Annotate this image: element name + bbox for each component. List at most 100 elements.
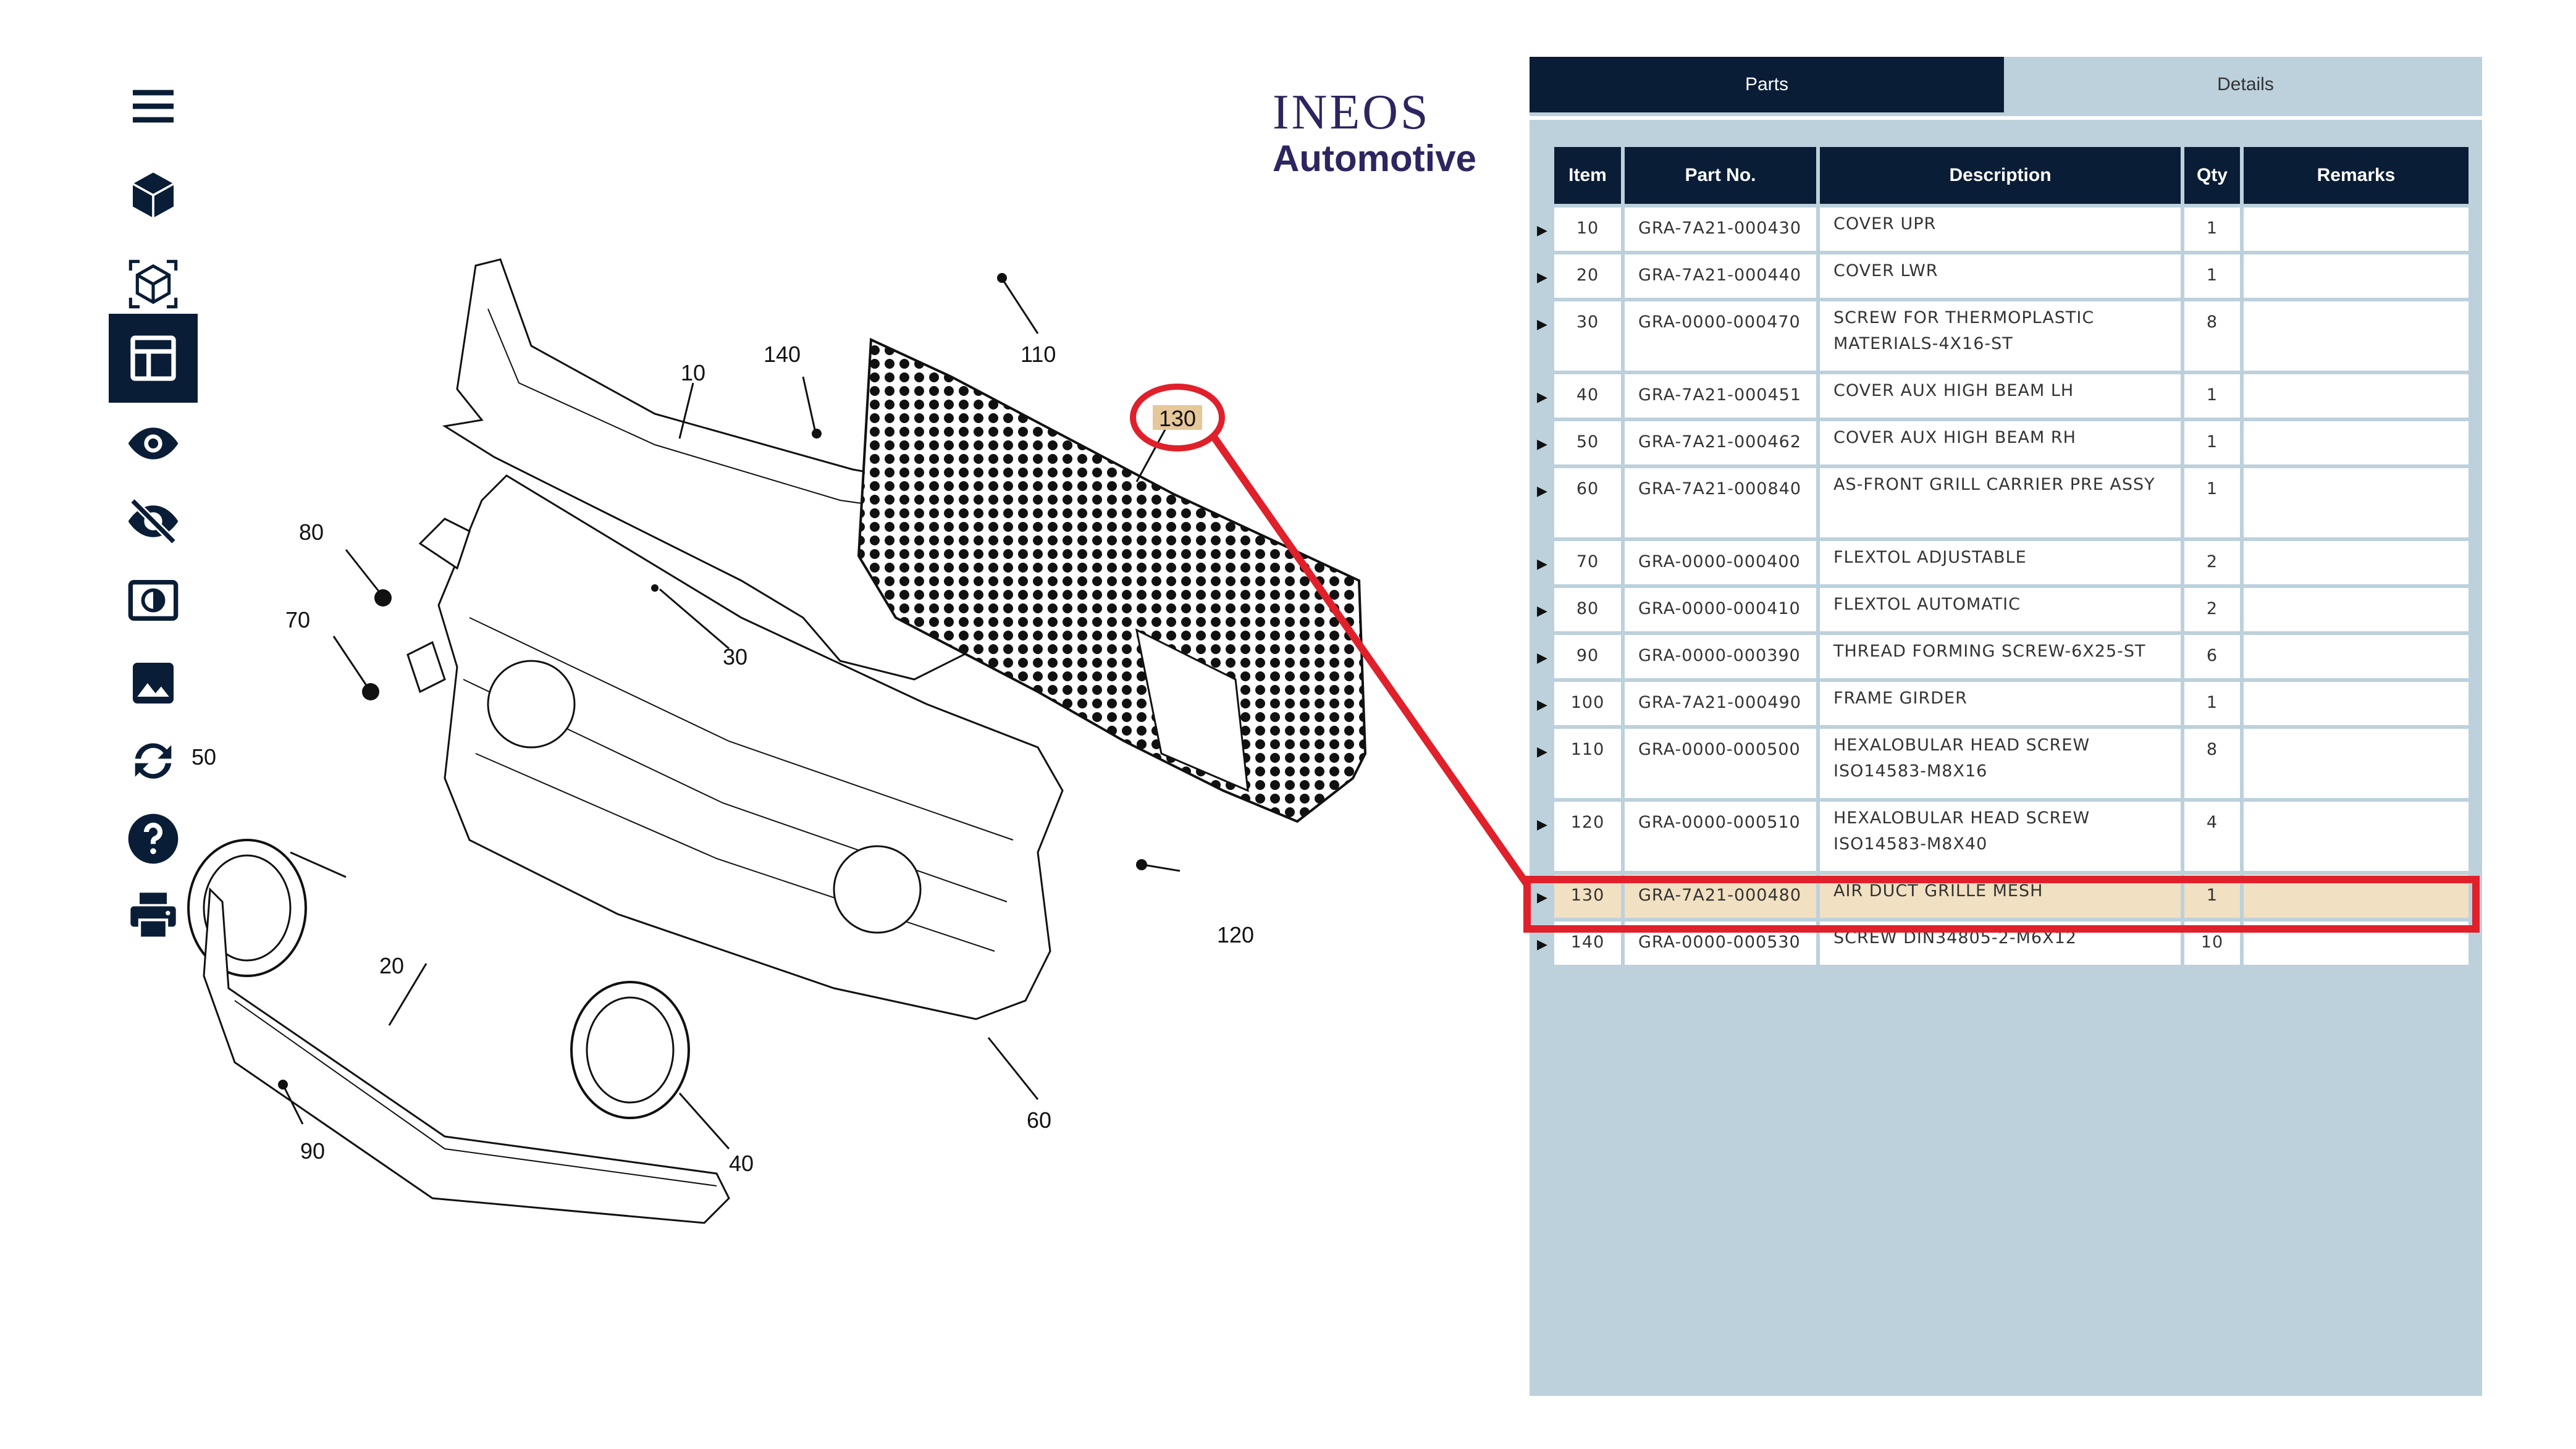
logo-line1: INEOS xyxy=(1273,85,1431,140)
table-header: Item Part No. Description Qty Remarks xyxy=(1554,147,2469,204)
header-qty[interactable]: Qty xyxy=(2184,147,2240,204)
row-expand-icon[interactable]: ▶ xyxy=(1537,936,1547,952)
cell-item: 110 xyxy=(1554,729,1621,798)
cell-qty: 6 xyxy=(2184,635,2240,678)
row-expand-icon[interactable]: ▶ xyxy=(1537,483,1547,499)
cell-part-no: GRA-7A21-000451 xyxy=(1625,374,1816,418)
part-cover-aux-high-beam-lh[interactable] xyxy=(570,981,690,1119)
hide-button[interactable] xyxy=(109,477,198,566)
callout-60: 60 xyxy=(1027,1107,1051,1133)
cell-description: THREAD FORMING SCREW-6X25-ST xyxy=(1820,635,2181,678)
cell-qty: 8 xyxy=(2184,729,2240,798)
cell-part-no: GRA-7A21-000840 xyxy=(1625,468,1816,537)
menu-button[interactable] xyxy=(109,62,198,151)
callout-50: 50 xyxy=(192,744,216,770)
table-row[interactable]: ▶ 20 GRA-7A21-000440 COVER LWR 1 xyxy=(1537,254,2469,298)
cell-item: 100 xyxy=(1554,682,1621,725)
cell-part-no: GRA-7A21-000462 xyxy=(1625,421,1816,464)
header-part-no[interactable]: Part No. xyxy=(1625,147,1816,204)
table-row[interactable]: ▶ 100 GRA-7A21-000490 FRAME GIRDER 1 xyxy=(1537,682,2469,725)
cell-item: 50 xyxy=(1554,421,1621,464)
cell-item: 30 xyxy=(1554,301,1621,371)
callout-90: 90 xyxy=(300,1138,325,1164)
callout-130: 130 xyxy=(1159,406,1196,431)
cell-qty: 1 xyxy=(2184,208,2240,251)
cell-item: 60 xyxy=(1554,468,1621,537)
row-expand-icon[interactable]: ▶ xyxy=(1537,817,1547,833)
cell-remarks xyxy=(2244,802,2469,871)
cell-description: COVER AUX HIGH BEAM RH xyxy=(1820,421,2181,464)
row-expand-icon[interactable]: ▶ xyxy=(1537,436,1547,452)
cell-remarks xyxy=(2244,729,2469,798)
cell-description: SCREW FOR THERMOPLASTIC MATERIALS-4X16-S… xyxy=(1820,301,2181,371)
callout-120: 120 xyxy=(1217,922,1254,947)
row-expand-icon[interactable]: ▶ xyxy=(1537,697,1547,713)
table-layout-button[interactable] xyxy=(109,314,198,403)
image-button[interactable] xyxy=(109,639,198,728)
table-row[interactable]: ▶ 30 GRA-0000-000470 SCREW FOR THERMOPLASTI… xyxy=(1537,301,2469,371)
help-button[interactable] xyxy=(109,794,198,883)
cell-remarks xyxy=(2244,635,2469,678)
row-expand-icon[interactable]: ▶ xyxy=(1537,222,1547,238)
cell-remarks xyxy=(2244,421,2469,464)
cell-item: 40 xyxy=(1554,374,1621,418)
show-button[interactable] xyxy=(109,399,198,488)
table-row[interactable]: ▶ 10 GRA-7A21-000430 COVER UPR 1 xyxy=(1537,208,2469,251)
header-description[interactable]: Description xyxy=(1820,147,2181,204)
eye-icon xyxy=(128,427,179,460)
row-expand-icon[interactable]: ▶ xyxy=(1537,744,1547,760)
tab-details[interactable]: Details xyxy=(2009,57,2482,112)
cube-icon xyxy=(132,172,174,218)
print-button[interactable] xyxy=(109,871,198,960)
table-row[interactable]: ▶ 110 GRA-0000-000500 HEXALOBULAR HEAD SCRE… xyxy=(1537,729,2469,798)
header-remarks[interactable]: Remarks xyxy=(2244,147,2469,204)
row-expand-icon[interactable]: ▶ xyxy=(1537,316,1547,332)
callout-30: 30 xyxy=(723,644,747,670)
table-layout-icon xyxy=(130,335,176,381)
cell-remarks xyxy=(2244,588,2469,631)
table-row[interactable]: ▶ 80 GRA-0000-000410 FLEXTOL AUTOMATIC 2 xyxy=(1537,588,2469,631)
table-row[interactable]: ▶ 50 GRA-7A21-000462 COVER AUX HIGH BEAM RH… xyxy=(1537,421,2469,464)
row-expand-icon[interactable]: ▶ xyxy=(1537,650,1547,666)
table-row[interactable]: ▶ 120 GRA-0000-000510 HEXALOBULAR HEAD SCRE… xyxy=(1537,802,2469,871)
cell-description: COVER AUX HIGH BEAM LH xyxy=(1820,374,2181,418)
header-item[interactable]: Item xyxy=(1554,147,1621,204)
exploded-parts-diagram: 10 20 30 40 50 60 70 80 90 110 120 140 1… xyxy=(187,258,1367,1224)
menu-icon xyxy=(133,90,174,123)
row-expand-icon[interactable]: ▶ xyxy=(1537,389,1547,405)
row-expand-icon[interactable]: ▶ xyxy=(1537,603,1547,619)
cell-remarks xyxy=(2244,541,2469,584)
3d-model-button[interactable] xyxy=(109,151,198,240)
table-row[interactable]: ▶ 90 GRA-0000-000390 THREAD FORMING SCREW-6… xyxy=(1537,635,2469,678)
cell-qty: 1 xyxy=(2184,468,2240,537)
parts-panel: Parts Details Item Part No. Description … xyxy=(1530,57,2482,1396)
contrast-button[interactable] xyxy=(109,556,198,645)
cell-remarks xyxy=(2244,254,2469,298)
callout-10: 10 xyxy=(681,360,705,385)
cell-qty: 4 xyxy=(2184,802,2240,871)
cell-item: 90 xyxy=(1554,635,1621,678)
table-row[interactable]: ▶ 40 GRA-7A21-000451 COVER AUX HIGH BEAM LH… xyxy=(1537,374,2469,418)
selected-row-highlight xyxy=(1523,876,2480,933)
callout-130-highlight[interactable]: 130 xyxy=(1130,384,1225,452)
table-row[interactable]: ▶ 70 GRA-0000-000400 FLEXTOL ADJUSTABLE 2 xyxy=(1537,541,2469,584)
cell-qty: 1 xyxy=(2184,254,2240,298)
logo-line2: Automotive xyxy=(1273,138,1476,179)
callout-40: 40 xyxy=(729,1151,754,1176)
cell-description: FLEXTOL ADJUSTABLE xyxy=(1820,541,2181,584)
tab-parts[interactable]: Parts xyxy=(1530,57,2004,112)
print-icon xyxy=(130,892,176,939)
cell-part-no: GRA-0000-000510 xyxy=(1625,802,1816,871)
table-row[interactable]: ▶ 60 GRA-7A21-000840 AS-FRONT GRILL CARRIER… xyxy=(1537,468,2469,537)
cell-part-no: GRA-0000-000470 xyxy=(1625,301,1816,371)
row-expand-icon[interactable]: ▶ xyxy=(1537,269,1547,285)
image-icon xyxy=(133,663,174,704)
cell-part-no: GRA-0000-000410 xyxy=(1625,588,1816,631)
row-expand-icon[interactable]: ▶ xyxy=(1537,556,1547,572)
sync-button[interactable] xyxy=(109,716,198,805)
cell-remarks xyxy=(2244,468,2469,537)
cell-description: FLEXTOL AUTOMATIC xyxy=(1820,588,2181,631)
cell-remarks xyxy=(2244,301,2469,371)
cell-part-no: GRA-7A21-000430 xyxy=(1625,208,1816,251)
cell-part-no: GRA-0000-000400 xyxy=(1625,541,1816,584)
